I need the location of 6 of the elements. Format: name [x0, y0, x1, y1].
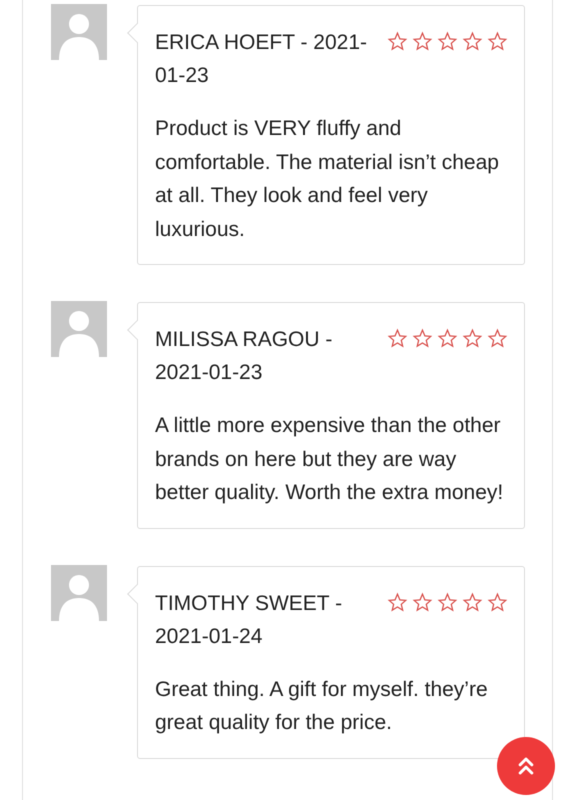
review-author-date: TIMOTHY SWEET - 2021-01-24 — [155, 590, 344, 650]
review-text: Product is VERY fluffy and comfortable. The material isn’t cheap at all. They look and feel very luxurious. — [155, 116, 500, 242]
review-author-date: ERICA HOEFT - 2021-01-23 — [155, 30, 368, 89]
review-author-date: MILISSA RAGOU - 2021-01-23 — [155, 327, 334, 386]
review-text: A little more expensive than the other brands on here but they are way better quality. Worth the extra money! — [155, 413, 504, 506]
review-text: Great thing. A gift for myself. they’re great quality for the price. — [155, 676, 489, 736]
